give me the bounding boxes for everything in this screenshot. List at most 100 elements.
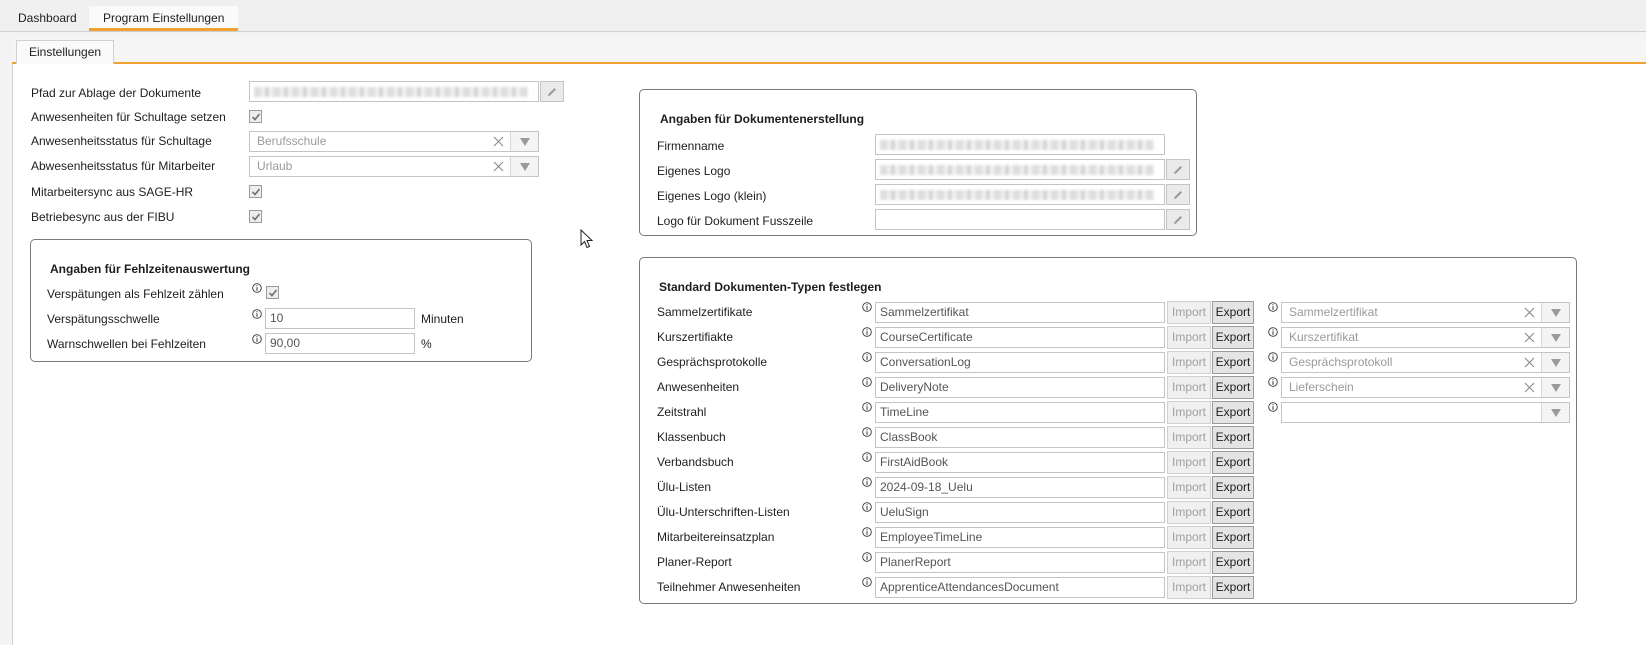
info-icon[interactable] bbox=[862, 377, 872, 387]
export-button[interactable]: Export bbox=[1212, 326, 1254, 349]
doc-type-select[interactable]: Sammelzertifikat bbox=[1281, 302, 1570, 323]
doc-type-input[interactable]: ClassBook bbox=[875, 427, 1165, 448]
import-button[interactable]: Import bbox=[1167, 451, 1211, 474]
doc-type-input[interactable]: ConversationLog bbox=[875, 352, 1165, 373]
export-button[interactable]: Export bbox=[1212, 376, 1254, 399]
export-button[interactable]: Export bbox=[1212, 526, 1254, 549]
info-icon[interactable] bbox=[862, 552, 872, 562]
export-button[interactable]: Export bbox=[1212, 576, 1254, 599]
doc-type-dropdown-button[interactable] bbox=[1541, 328, 1569, 347]
import-button[interactable]: Import bbox=[1167, 501, 1211, 524]
late-as-absence-checkbox[interactable] bbox=[266, 286, 279, 299]
doc-type-input[interactable]: CourseCertificate bbox=[875, 327, 1165, 348]
export-button[interactable]: Export bbox=[1212, 351, 1254, 374]
info-icon[interactable] bbox=[1268, 402, 1278, 412]
import-button[interactable]: Import bbox=[1167, 576, 1211, 599]
tab-settings[interactable]: Einstellungen bbox=[16, 40, 115, 64]
attendance-status-select[interactable]: Berufsschule bbox=[249, 131, 539, 152]
checkmark-icon bbox=[251, 212, 260, 221]
export-button[interactable]: Export bbox=[1212, 426, 1254, 449]
logo-edit-button[interactable] bbox=[1166, 159, 1190, 180]
doc-type-select[interactable]: Lieferschein bbox=[1281, 377, 1570, 398]
import-button[interactable]: Import bbox=[1167, 301, 1211, 324]
export-button[interactable]: Export bbox=[1212, 501, 1254, 524]
tab-program-settings[interactable]: Program Einstellungen bbox=[89, 6, 239, 31]
info-icon[interactable] bbox=[862, 302, 872, 312]
doc-type-input[interactable]: 2024-09-18_Uelu bbox=[875, 477, 1165, 498]
clear-icon[interactable] bbox=[1524, 332, 1535, 343]
info-icon[interactable] bbox=[1268, 352, 1278, 362]
info-icon[interactable] bbox=[1268, 327, 1278, 337]
logo-small-edit-button[interactable] bbox=[1166, 184, 1190, 205]
company-name-input[interactable] bbox=[875, 134, 1165, 155]
attendance-schooldays-checkbox[interactable] bbox=[249, 110, 262, 123]
clear-icon[interactable] bbox=[1524, 382, 1535, 393]
doc-type-input[interactable]: PlanerReport bbox=[875, 552, 1165, 573]
warn-threshold-input[interactable]: 90,00 bbox=[265, 333, 415, 354]
export-button[interactable]: Export bbox=[1212, 476, 1254, 499]
clear-icon[interactable] bbox=[1524, 307, 1535, 318]
logo-small-label: Eigenes Logo (klein) bbox=[657, 189, 767, 203]
import-button[interactable]: Import bbox=[1167, 426, 1211, 449]
doc-type-input[interactable]: ApprenticeAttendancesDocument bbox=[875, 577, 1165, 598]
info-icon[interactable] bbox=[862, 527, 872, 537]
info-icon[interactable] bbox=[862, 427, 872, 437]
doc-type-select[interactable] bbox=[1281, 402, 1570, 423]
clear-icon[interactable] bbox=[1524, 357, 1535, 368]
doc-path-input[interactable] bbox=[249, 81, 539, 102]
export-button[interactable]: Export bbox=[1212, 551, 1254, 574]
footer-logo-input[interactable] bbox=[875, 209, 1165, 230]
export-button[interactable]: Export bbox=[1212, 451, 1254, 474]
absence-status-select[interactable]: Urlaub bbox=[249, 156, 539, 177]
clear-icon[interactable] bbox=[493, 161, 504, 172]
employee-sync-checkbox[interactable] bbox=[249, 185, 262, 198]
import-button[interactable]: Import bbox=[1167, 526, 1211, 549]
info-icon[interactable] bbox=[252, 334, 262, 344]
doc-type-info bbox=[862, 476, 872, 490]
doc-type-select[interactable]: Kurszertifikat bbox=[1281, 327, 1570, 348]
doc-type-input[interactable]: TimeLine bbox=[875, 402, 1165, 423]
doc-path-edit-button[interactable] bbox=[540, 81, 564, 102]
export-button[interactable]: Export bbox=[1212, 401, 1254, 424]
info-icon[interactable] bbox=[862, 452, 872, 462]
late-threshold-input[interactable]: 10 bbox=[265, 308, 415, 329]
info-icon[interactable] bbox=[862, 502, 872, 512]
import-button[interactable]: Import bbox=[1167, 401, 1211, 424]
info-icon[interactable] bbox=[862, 477, 872, 487]
footer-logo-edit-button[interactable] bbox=[1166, 209, 1190, 230]
clear-icon[interactable] bbox=[493, 136, 504, 147]
doc-type-input[interactable]: Sammelzertifikat bbox=[875, 302, 1165, 323]
import-button[interactable]: Import bbox=[1167, 476, 1211, 499]
doc-type-input[interactable]: FirstAidBook bbox=[875, 452, 1165, 473]
doc-type-dropdown-button[interactable] bbox=[1541, 353, 1569, 372]
tab-dashboard[interactable]: Dashboard bbox=[4, 6, 91, 31]
logo-small-input[interactable] bbox=[875, 184, 1165, 205]
info-icon[interactable] bbox=[862, 352, 872, 362]
doc-type-input[interactable]: DeliveryNote bbox=[875, 377, 1165, 398]
import-button[interactable]: Import bbox=[1167, 351, 1211, 374]
export-button[interactable]: Export bbox=[1212, 301, 1254, 324]
doc-type-label: Verbandsbuch bbox=[657, 455, 734, 469]
doc-type-dropdown-button[interactable] bbox=[1541, 303, 1569, 322]
doc-type-dropdown-button[interactable] bbox=[1541, 403, 1569, 422]
import-button[interactable]: Import bbox=[1167, 326, 1211, 349]
info-icon[interactable] bbox=[1268, 302, 1278, 312]
info-icon[interactable] bbox=[862, 577, 872, 587]
doc-type-dropdown-button[interactable] bbox=[1541, 378, 1569, 397]
info-icon[interactable] bbox=[1268, 377, 1278, 387]
doc-type-input[interactable]: EmployeeTimeLine bbox=[875, 527, 1165, 548]
info-icon[interactable] bbox=[252, 283, 262, 293]
doc-type-info bbox=[862, 401, 872, 415]
attendance-status-dropdown-button[interactable] bbox=[510, 132, 538, 151]
doc-type-input[interactable]: UeluSign bbox=[875, 502, 1165, 523]
import-button[interactable]: Import bbox=[1167, 376, 1211, 399]
info-icon[interactable] bbox=[862, 327, 872, 337]
doc-type-info bbox=[862, 551, 872, 565]
doc-type-select[interactable]: Gesprächsprotokoll bbox=[1281, 352, 1570, 373]
absence-status-dropdown-button[interactable] bbox=[510, 157, 538, 176]
info-icon[interactable] bbox=[252, 309, 262, 319]
import-button[interactable]: Import bbox=[1167, 551, 1211, 574]
info-icon[interactable] bbox=[862, 402, 872, 412]
logo-input[interactable] bbox=[875, 159, 1165, 180]
company-sync-checkbox[interactable] bbox=[249, 210, 262, 223]
